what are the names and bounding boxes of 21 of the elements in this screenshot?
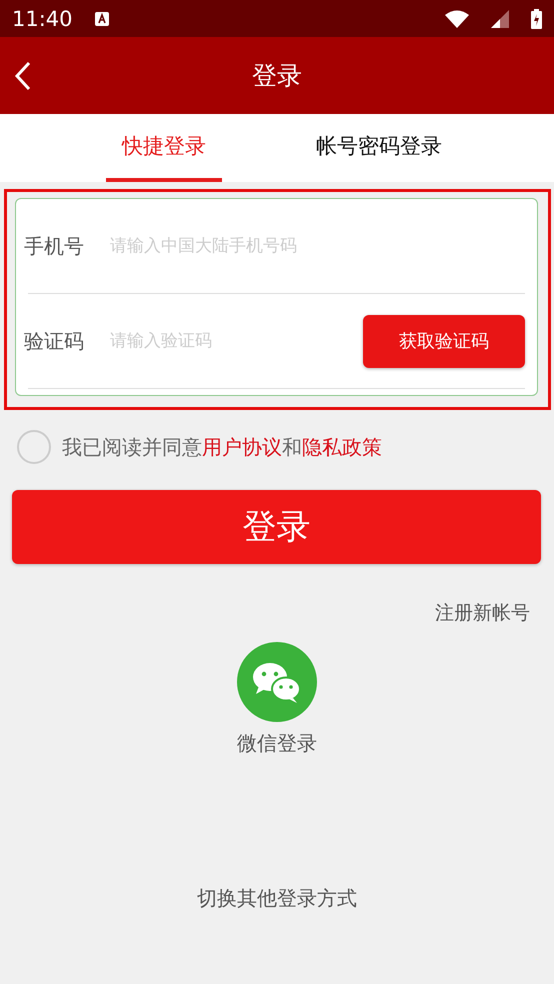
login-tab[interactable]: 快捷登录 [106,114,222,182]
wechat-icon[interactable] [237,642,317,722]
policy-link[interactable]: 用户协议 [202,434,282,458]
register-link[interactable]: 注册新帐号 [435,600,530,626]
signal-icon [491,10,509,28]
agree-checkbox[interactable] [17,430,51,464]
page-title: 登录 [252,60,302,92]
field-label: 验证码 [24,328,84,354]
wechat-login-label: 微信登录 [237,730,317,757]
policy-link[interactable]: 隐私政策 [302,434,382,458]
wifi-icon [445,10,469,28]
login-button[interactable]: 登录 [12,490,541,564]
status-time: 11:40 [12,6,73,30]
notification-icon [94,12,109,26]
field-label: 手机号 [24,232,84,260]
agreement-text: 我已阅读并同意用户协议和隐私政策 [62,434,382,460]
back-icon[interactable] [14,61,32,91]
get-code-button[interactable]: 获取验证码 [363,314,525,368]
switch-login-link[interactable]: 切换其他登录方式 [197,885,357,912]
login-tab[interactable]: 帐号密码登录 [300,114,458,182]
battery-icon [531,8,542,28]
